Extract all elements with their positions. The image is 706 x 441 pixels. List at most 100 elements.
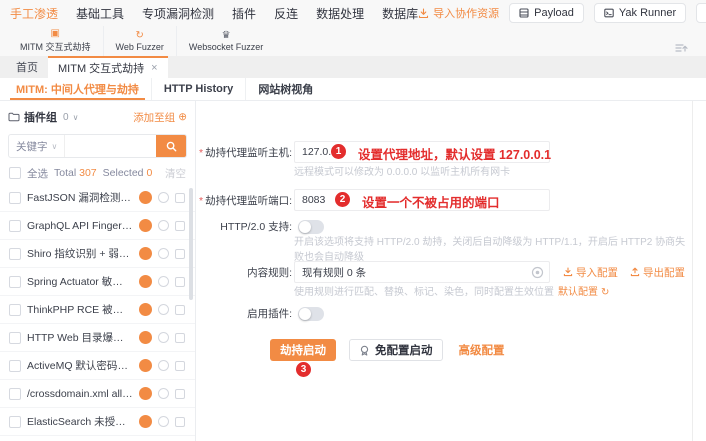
no-config-start-button[interactable]: 免配置启动 xyxy=(349,339,443,361)
plugin-group-count: 0 xyxy=(63,112,69,123)
http2-toggle[interactable] xyxy=(298,220,324,234)
clear-selection-button[interactable]: 清空 xyxy=(165,166,186,181)
plugin-checkbox[interactable] xyxy=(9,220,21,232)
chevron-down-icon[interactable]: ∨ xyxy=(73,113,79,122)
import-config-button[interactable]: 导入配置 xyxy=(563,265,618,280)
http2-row: HTTP/2.0 支持: xyxy=(196,219,324,234)
plugin-group-label: 插件组 xyxy=(24,109,57,125)
author-badge-icon xyxy=(139,303,152,316)
plugin-checkbox[interactable] xyxy=(9,360,21,372)
author-badge-icon xyxy=(139,415,152,428)
plugin-checkbox[interactable] xyxy=(9,192,21,204)
advanced-config-link[interactable]: 高级配置 xyxy=(459,342,505,358)
plugin-type-icon xyxy=(175,277,185,287)
chevron-down-icon: ∨ xyxy=(52,142,58,151)
subnav-item[interactable]: ↻ Web Fuzzer xyxy=(103,26,176,56)
custom-button[interactable]: 自定义 ∨ xyxy=(696,3,706,23)
topnav-menu-item[interactable]: 插件 xyxy=(232,5,256,22)
plugin-checkbox[interactable] xyxy=(9,388,21,400)
plugin-status-icon xyxy=(158,276,169,287)
plugin-list-item[interactable]: Spring Actuator 敏感信息泄漏 xyxy=(0,268,195,296)
page-tab[interactable]: 网站树视角 xyxy=(245,78,325,100)
annotation-step1-badge: 1 xyxy=(331,144,346,159)
scrollbar-thumb[interactable] xyxy=(189,188,193,300)
plugin-list-item[interactable]: GraphQL API Fingerprint Che... xyxy=(0,212,195,240)
expand-panel-icon[interactable] xyxy=(675,42,688,54)
plugin-status-icon xyxy=(158,388,169,399)
plugin-sidebar: 插件组 0 ∨ 添加至组 ⊕ 关键字 ∨ 全选 Total xyxy=(0,101,196,441)
plugin-checkbox[interactable] xyxy=(9,332,21,344)
topnav-menu-item[interactable]: 数据库 xyxy=(382,5,418,22)
search-type-select[interactable]: 关键字 ∨ xyxy=(9,135,65,157)
hijack-start-button[interactable]: 劫持启动 xyxy=(270,339,336,361)
content-rules-input[interactable]: 现有规则 0 条 xyxy=(294,261,550,283)
payload-button[interactable]: Payload xyxy=(509,3,584,23)
main-area: 插件组 0 ∨ 添加至组 ⊕ 关键字 ∨ 全选 Total xyxy=(0,101,706,441)
topnav-actions: 导入协作资源 Payload Yak Runner 自定义 ∨ xyxy=(418,3,706,23)
topnav-menu-item[interactable]: 数据处理 xyxy=(316,5,364,22)
sub-toolbar: ▣ MITM 交互式劫持 ↻ Web Fuzzer ♛ Websocket Fu… xyxy=(0,26,706,56)
plugin-checkbox[interactable] xyxy=(9,304,21,316)
tab-mitm[interactable]: MITM 交互式劫持 × xyxy=(48,56,168,78)
plugin-group-header: 插件组 0 ∨ 添加至组 ⊕ xyxy=(0,107,195,127)
page-tab[interactable]: MITM: 中间人代理与劫持 xyxy=(4,78,151,100)
default-config-button[interactable]: 默认配置↻ xyxy=(558,285,609,300)
host-row: *劫持代理监听主机: 127.0.0.1 1 设置代理地址，默认设置 127.0… xyxy=(196,141,686,163)
annotation-step3-badge: 3 xyxy=(296,362,311,377)
search-icon xyxy=(166,141,177,152)
subnav-items: ▣ MITM 交互式劫持 ↻ Web Fuzzer ♛ Websocket Fu… xyxy=(8,26,275,56)
panel-divider xyxy=(692,101,693,441)
plugin-status-icon xyxy=(158,332,169,343)
total-stat: Total 307 xyxy=(54,167,97,179)
plugin-checkbox[interactable] xyxy=(9,416,21,428)
code-icon xyxy=(604,8,614,18)
topnav-menu-item[interactable]: 手工渗透 xyxy=(10,5,58,22)
mitm-config-form: *劫持代理监听主机: 127.0.0.1 1 设置代理地址，默认设置 127.0… xyxy=(196,101,706,441)
export-config-button[interactable]: 导出配置 xyxy=(630,265,685,280)
plugin-list-item[interactable]: ThinkPHP RCE 被动扫描 xyxy=(0,296,195,324)
mitm-hijack-icon: ▣ xyxy=(51,29,60,39)
plugin-list-item[interactable]: /crossdomain.xml allow-acce... xyxy=(0,380,195,408)
plugin-list-item[interactable]: HTTP Web 目录爆破: 敏感... xyxy=(0,324,195,352)
port-row: *劫持代理监听端口: 8083 2 设置一个不被占用的端口 xyxy=(196,189,686,211)
topnav-menu-item[interactable]: 专项漏洞检测 xyxy=(142,5,214,22)
plugin-list: FastJSON 漏洞检测 via DNSL... GraphQL API Fi… xyxy=(0,184,195,441)
plugin-checkbox[interactable] xyxy=(9,248,21,260)
cert-badge-icon xyxy=(359,345,370,356)
author-badge-icon xyxy=(139,359,152,372)
author-badge-icon xyxy=(139,191,152,204)
topnav-menu-item[interactable]: 基础工具 xyxy=(76,5,124,22)
select-all-checkbox[interactable] xyxy=(9,167,21,179)
annotation-step2-badge: 2 xyxy=(335,192,350,207)
plugin-status-icon xyxy=(158,192,169,203)
yak-runner-label: Yak Runner xyxy=(619,7,676,19)
add-to-group-button[interactable]: 添加至组 ⊕ xyxy=(133,110,187,125)
plugin-name: HTTP Web 目录爆破: 敏感... xyxy=(27,330,133,345)
import-collab-button[interactable]: 导入协作资源 xyxy=(418,5,499,21)
plugin-status-icon xyxy=(158,416,169,427)
yak-runner-button[interactable]: Yak Runner xyxy=(594,3,686,23)
subnav-item[interactable]: ▣ MITM 交互式劫持 xyxy=(8,26,103,56)
tab-bar: 首页 MITM 交互式劫持 × xyxy=(0,56,706,78)
plugin-list-item[interactable]: 【端口扫描】主动信息探测 xyxy=(0,436,195,441)
page-tab[interactable]: HTTP History xyxy=(151,78,245,100)
rules-row: 内容规则: 现有规则 0 条 导入配置 导出配置 xyxy=(196,261,685,283)
import-icon xyxy=(563,267,573,277)
refresh-icon: ↻ xyxy=(601,285,609,300)
import-icon xyxy=(418,8,429,19)
close-tab-icon[interactable]: × xyxy=(151,62,157,74)
host-label: *劫持代理监听主机: xyxy=(196,145,292,160)
plugin-checkbox[interactable] xyxy=(9,276,21,288)
plugin-list-item[interactable]: ActiveMQ 默认密码检查 xyxy=(0,352,195,380)
search-input[interactable] xyxy=(65,135,156,157)
plugin-list-item[interactable]: FastJSON 漏洞检测 via DNSL... xyxy=(0,184,195,212)
plugin-type-icon xyxy=(175,305,185,315)
gear-icon[interactable] xyxy=(531,266,544,279)
tab-home[interactable]: 首页 xyxy=(6,56,48,78)
enable-plugin-toggle[interactable] xyxy=(298,307,324,321)
topnav-menu-item[interactable]: 反连 xyxy=(274,5,298,22)
search-button[interactable] xyxy=(156,135,186,157)
plugin-list-item[interactable]: ElasticSearch 未授权访问 xyxy=(0,408,195,436)
plugin-list-item[interactable]: Shiro 指纹识别 + 弱密码检测 xyxy=(0,240,195,268)
subnav-item[interactable]: ♛ Websocket Fuzzer xyxy=(176,26,275,56)
